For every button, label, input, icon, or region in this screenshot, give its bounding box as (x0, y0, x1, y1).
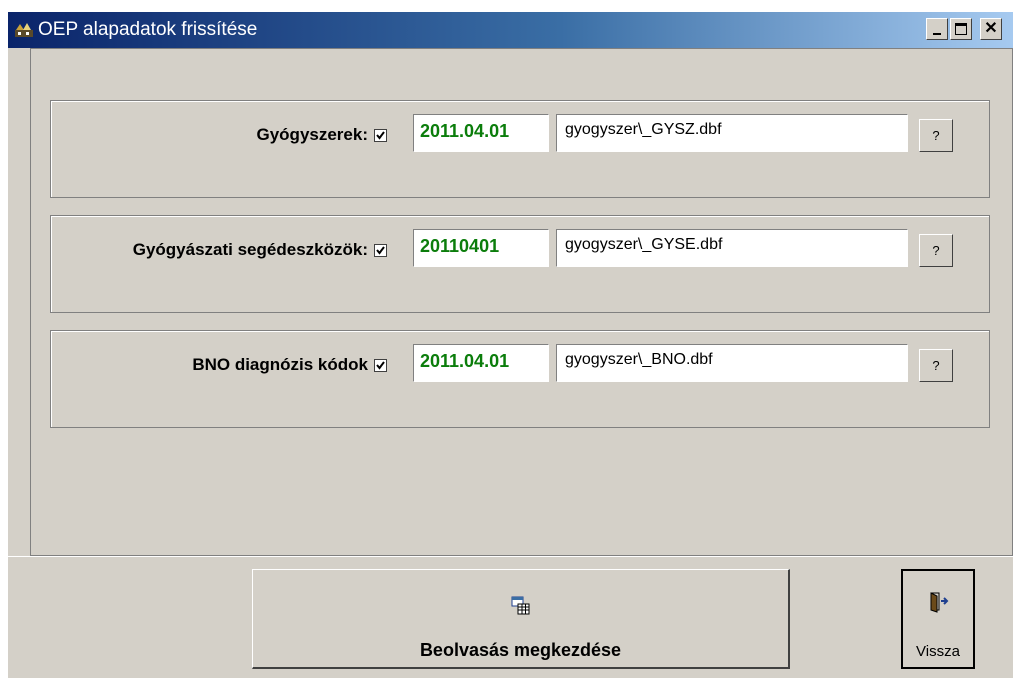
row-checkbox[interactable] (374, 128, 387, 142)
row-checkbox[interactable] (374, 358, 387, 372)
file-path-field[interactable]: gyogyszer\_BNO.dbf (556, 344, 908, 382)
row-label: Gyógyászati segédeszközök: (133, 240, 387, 260)
window-title: OEP alapadatok frissítése (38, 19, 258, 40)
maximize-button[interactable] (950, 18, 972, 40)
file-path-field[interactable]: gyogyszer\_GYSE.dbf (556, 229, 908, 267)
row-label: BNO diagnózis kódok (192, 355, 387, 375)
back-label: Vissza (916, 643, 960, 660)
exit-door-icon (929, 591, 949, 618)
help-button[interactable]: ? (919, 349, 953, 382)
row-label-text: Gyógyászati segédeszközök: (132, 240, 368, 259)
app-icon (14, 21, 34, 39)
date-field[interactable]: 2011.04.01 (413, 344, 549, 382)
date-field[interactable]: 2011.04.01 (413, 114, 549, 152)
close-button[interactable]: ✕ (980, 18, 1002, 40)
group-segedeszkozok: Gyógyászati segédeszközök: 20110401 gyog… (50, 215, 990, 313)
check-icon (376, 360, 385, 370)
check-icon (376, 245, 385, 255)
help-button[interactable]: ? (919, 234, 953, 267)
group-bno: BNO diagnózis kódok 2011.04.01 gyogyszer… (50, 330, 990, 428)
start-import-label: Beolvasás megkezdése (419, 640, 622, 660)
app-window: OEP alapadatok frissítése ✕ Gyógyszerek:… (8, 12, 1013, 678)
group-gyogyszerek: Gyógyszerek: 2011.04.01 gyogyszer\_GYSZ.… (50, 100, 990, 198)
file-path-field[interactable]: gyogyszer\_GYSZ.dbf (556, 114, 908, 152)
row-checkbox[interactable] (374, 243, 387, 257)
row-label-text: BNO diagnózis kódok (192, 355, 368, 374)
maximize-icon (955, 23, 967, 35)
minimize-icon (933, 33, 941, 35)
import-table-icon (511, 596, 531, 621)
help-button[interactable]: ? (919, 119, 953, 152)
date-field[interactable]: 20110401 (413, 229, 549, 267)
check-icon (376, 130, 385, 140)
title-bar[interactable]: OEP alapadatok frissítése ✕ (8, 12, 1013, 48)
content-panel: Gyógyszerek: 2011.04.01 gyogyszer\_GYSZ.… (30, 48, 1013, 556)
row-label: Gyógyszerek: (256, 125, 387, 145)
minimize-button[interactable] (926, 18, 948, 40)
back-button[interactable]: Vissza (901, 569, 975, 669)
start-import-button[interactable]: Beolvasás megkezdése (252, 569, 790, 669)
action-panel: Beolvasás megkezdése Vissza (8, 556, 1013, 678)
row-label-text: Gyógyszerek: (256, 125, 369, 144)
close-icon: ✕ (984, 20, 998, 37)
